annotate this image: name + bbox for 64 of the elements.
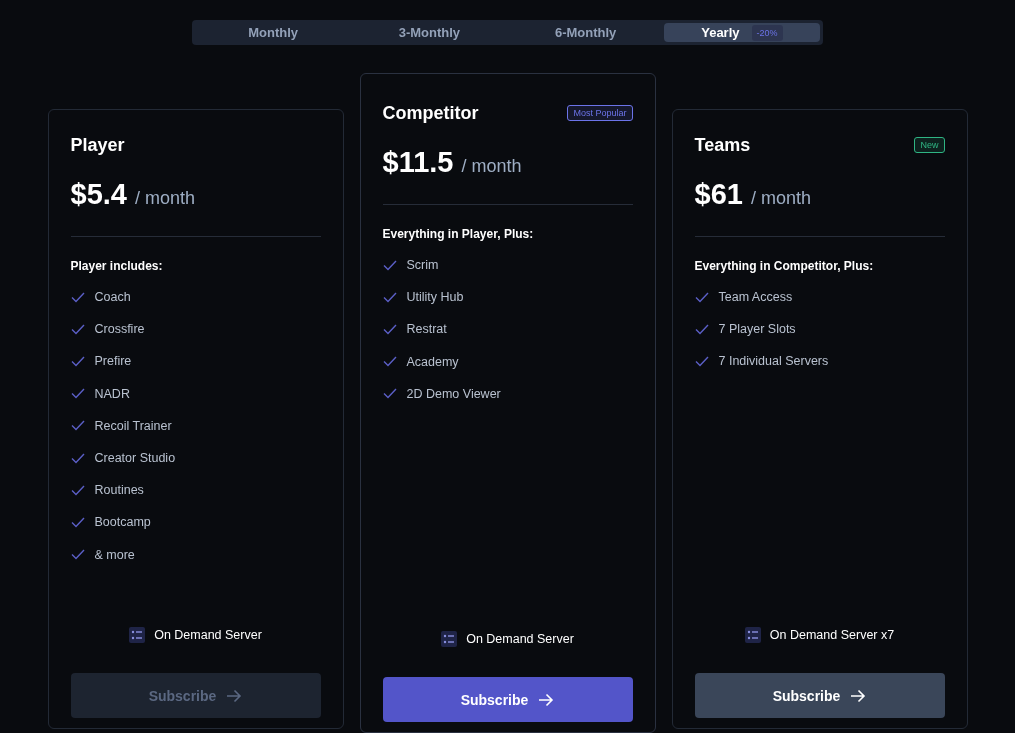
check-icon (70, 516, 85, 528)
feature-item: Scrim (406, 258, 439, 273)
feature-item: Academy (406, 354, 459, 369)
price-period: / month (461, 156, 522, 177)
plan-price: $11.5 (382, 146, 454, 179)
check-icon (382, 259, 397, 271)
check-icon (70, 452, 85, 464)
feature-item: 7 Individual Servers (718, 354, 829, 369)
subscribe-button[interactable]: Subscribe (694, 673, 945, 718)
plan-price: $5.4 (70, 178, 127, 211)
feature-item: Utility Hub (406, 290, 464, 305)
price-period: / month (750, 188, 811, 209)
feature-item: Crossfire (94, 322, 145, 337)
feature-item: Prefire (94, 354, 132, 369)
check-icon (70, 484, 85, 496)
plan-price: $61 (694, 178, 743, 211)
discount-badge: -20% (751, 24, 783, 41)
feature-item: Recoil Trainer (94, 418, 172, 433)
check-icon (70, 549, 85, 561)
plan-name: Competitor (382, 102, 479, 124)
feature-item: 2D Demo Viewer (406, 386, 501, 401)
features-heading: Everything in Competitor, Plus: (694, 259, 875, 273)
check-icon (382, 291, 397, 303)
feature-item: Bootcamp (94, 515, 151, 530)
server-label: On Demand Server x7 (769, 628, 895, 642)
check-icon (382, 323, 397, 335)
check-icon (694, 291, 709, 303)
plan-name: Player (70, 134, 125, 156)
feature-item: Creator Studio (94, 451, 176, 466)
arrow-right-icon (850, 688, 867, 703)
feature-item: NADR (94, 386, 130, 401)
billing-tab[interactable]: Monthly (195, 23, 352, 42)
server-label: On Demand Server (466, 632, 574, 646)
subscribe-button[interactable]: Subscribe (382, 677, 633, 722)
check-icon (694, 323, 709, 335)
arrow-right-icon (226, 688, 243, 703)
billing-tab[interactable]: 3-Monthly (351, 23, 508, 42)
plan-name: Teams (694, 134, 751, 156)
server-icon (744, 627, 761, 643)
server-icon (129, 627, 146, 643)
check-icon (694, 355, 709, 367)
feature-item: Coach (94, 290, 131, 305)
billing-tab[interactable]: Yearly -20% (663, 23, 820, 42)
feature-item: Routines (94, 483, 144, 498)
check-icon (70, 420, 85, 432)
check-icon (70, 355, 85, 367)
plan-badge: New (914, 137, 945, 153)
server-label: On Demand Server (154, 628, 262, 642)
check-icon (70, 388, 85, 400)
price-period: / month (134, 188, 195, 209)
server-icon (441, 631, 458, 647)
features-heading: Player includes: (70, 259, 164, 273)
check-icon (70, 323, 85, 335)
check-icon (382, 388, 397, 400)
feature-item: 7 Player Slots (718, 322, 796, 337)
plan-badge: Most Popular (567, 105, 633, 121)
billing-tab[interactable]: 6-Monthly (507, 23, 664, 42)
feature-item: Team Access (718, 290, 793, 305)
feature-item: & more (94, 547, 135, 562)
check-icon (70, 291, 85, 303)
arrow-right-icon (538, 692, 555, 707)
feature-item: Restrat (406, 322, 447, 337)
features-heading: Everything in Player, Plus: (382, 227, 535, 241)
check-icon (382, 356, 397, 368)
